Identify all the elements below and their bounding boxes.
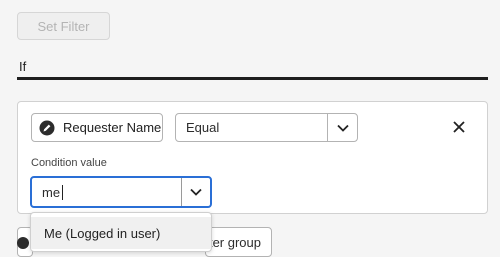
suggestion-dropdown: Me (Logged in user) [30, 212, 212, 252]
field-selector-button[interactable]: Requester Name [31, 113, 163, 142]
add-group-button[interactable]: ter group [205, 227, 272, 257]
dropdown-option[interactable]: Me (Logged in user) [31, 217, 211, 249]
condition-value-label: Condition value [31, 157, 107, 169]
if-label: If [19, 59, 27, 74]
operator-select[interactable]: Equal [175, 113, 358, 142]
set-filter-button[interactable]: Set Filter [17, 12, 110, 40]
chevron-down-icon[interactable] [181, 178, 210, 206]
condition-value-combobox[interactable]: me [30, 176, 212, 208]
condition-value-text: me [42, 184, 61, 200]
operator-value: Equal [186, 120, 220, 135]
field-selector-label: Requester Name [63, 120, 162, 135]
condition-value-input[interactable]: me [32, 178, 181, 206]
close-icon [453, 121, 465, 133]
text-caret [62, 184, 64, 200]
remove-condition-button[interactable] [449, 117, 469, 137]
pencil-circle-icon [39, 120, 55, 136]
chevron-down-icon[interactable] [327, 114, 357, 141]
if-divider [17, 77, 488, 80]
add-circle-icon [17, 237, 29, 249]
add-group-label: ter group [208, 235, 261, 250]
